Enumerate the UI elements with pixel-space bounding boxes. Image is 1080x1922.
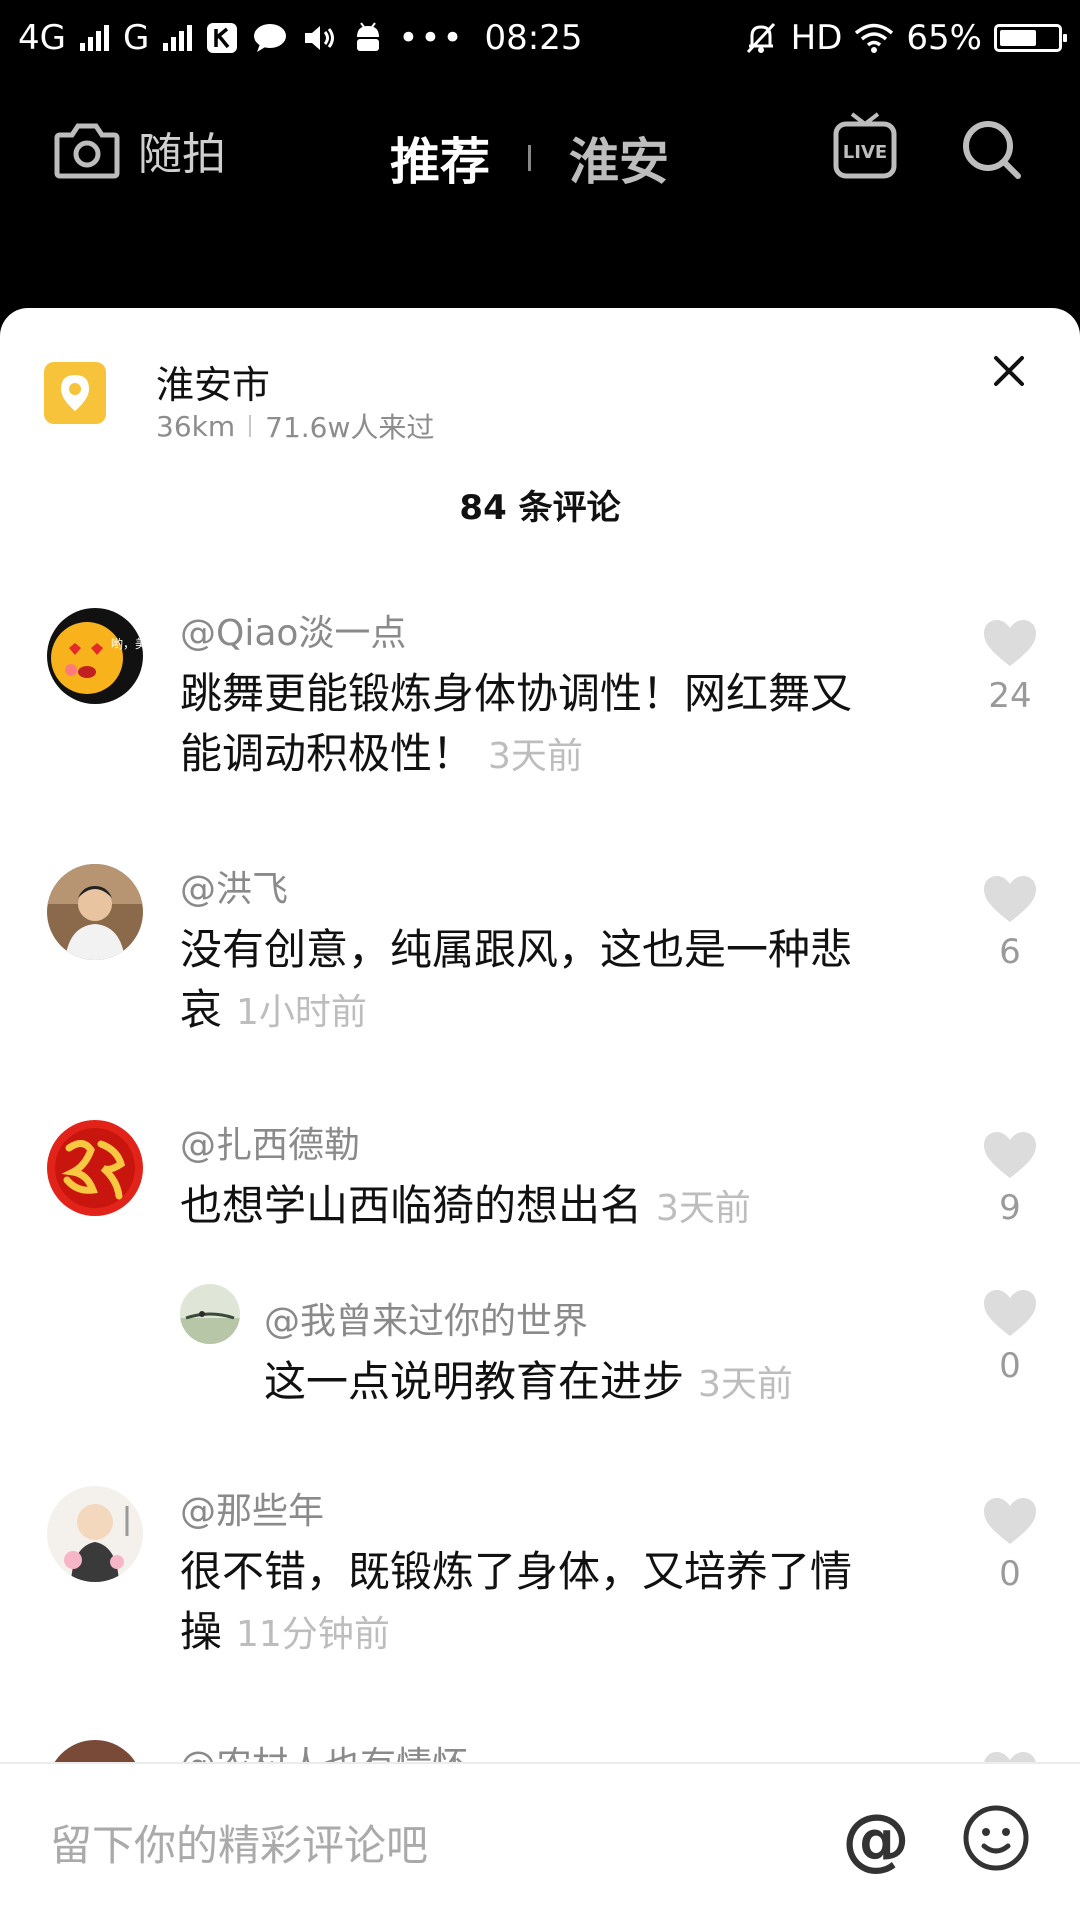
wifi-icon: [855, 23, 894, 53]
heart-icon: [984, 620, 1036, 666]
tab-recommend[interactable]: 推荐: [390, 122, 490, 194]
like-count: 24: [988, 676, 1032, 716]
more-dots-icon: •••: [398, 17, 465, 58]
network-4g-label: 4G: [18, 17, 66, 58]
camera-icon: [54, 123, 120, 179]
like-count: 0: [999, 1346, 1021, 1386]
location-pin-icon: [44, 362, 106, 424]
avatar[interactable]: [47, 1486, 143, 1582]
comment-user[interactable]: @Qiao淡一点: [180, 604, 406, 656]
top-nav: 随拍 推荐 淮安 LIVE: [0, 100, 1080, 200]
comment-time: 11分钟前: [236, 1614, 390, 1655]
comments-sheet: 淮安市 36km 71.6w人来过 84 条评论 哟，美 @Qiao淡一点 跳舞…: [0, 308, 1080, 1920]
comment-user[interactable]: @我曾来过你的世界: [264, 1292, 588, 1344]
comment-time: 3天前: [656, 1188, 751, 1229]
comment-text: 这一点说明教育在进步 3天前: [264, 1352, 944, 1415]
like-button[interactable]: 6: [980, 874, 1040, 972]
status-bar: 4G G ••• 08:25 HD 65%: [0, 0, 1080, 75]
network-g-label: G: [122, 17, 150, 58]
signal-icon: [79, 24, 109, 51]
comment-count-title: 84 条评论: [459, 488, 621, 528]
comment-text: 跳舞更能锻炼身体协调性！网红舞又能调动积极性！ 3天前: [180, 664, 880, 787]
close-icon[interactable]: [990, 352, 1028, 390]
volume-icon: [305, 25, 335, 50]
like-button[interactable]: 24: [980, 618, 1040, 716]
avatar-text: 哟，美: [111, 637, 143, 651]
nav-tabs: 推荐 淮安: [390, 122, 669, 194]
nav-divider: [528, 145, 531, 171]
stats-divider: [249, 415, 252, 437]
comment-body: 也想学山西临猗的想出名: [180, 1181, 643, 1230]
like-button[interactable]: 0: [980, 1496, 1040, 1594]
avatar[interactable]: [47, 864, 143, 960]
live-button[interactable]: LIVE: [832, 110, 898, 184]
search-button[interactable]: [960, 118, 1024, 186]
comment-time: 3天前: [488, 736, 583, 777]
comment-body: 这一点说明教育在进步: [264, 1357, 685, 1406]
location-distance: 36km: [156, 409, 236, 443]
avatar[interactable]: [47, 1120, 143, 1216]
live-label: LIVE: [843, 142, 887, 163]
mute-bell-icon: [746, 22, 775, 53]
tab-local[interactable]: 淮安: [569, 122, 669, 194]
comment-input-bar: 留下你的精彩评论吧 @: [0, 1762, 1080, 1922]
camera-button[interactable]: 随拍: [54, 118, 226, 182]
like-count: 6: [999, 932, 1021, 972]
app-k-icon: [207, 22, 238, 53]
battery-icon: [994, 23, 1067, 52]
location-visitors: 71.6w人来过: [265, 411, 435, 444]
camera-label: 随拍: [138, 129, 226, 180]
live-tv-icon: LIVE: [833, 112, 897, 179]
location-header[interactable]: 淮安市 36km 71.6w人来过: [0, 308, 1080, 444]
heart-icon: [984, 876, 1036, 922]
location-name: 淮安市: [156, 363, 271, 407]
comment-input[interactable]: 留下你的精彩评论吧: [50, 1812, 428, 1873]
comment-time: 3天前: [698, 1364, 793, 1405]
search-icon: [963, 121, 1021, 179]
avatar[interactable]: [180, 1284, 240, 1344]
status-right: HD 65%: [743, 17, 1067, 58]
heart-icon: [984, 1132, 1036, 1178]
status-left: 4G G ••• 08:25: [18, 18, 583, 58]
like-count: 9: [999, 1188, 1021, 1228]
emoji-icon[interactable]: [962, 1804, 1030, 1872]
mention-at-icon[interactable]: @: [840, 1804, 912, 1876]
comment-user[interactable]: @洪飞: [180, 860, 288, 912]
comment-text: 没有创意，纯属跟风，这也是一种悲哀 1小时前: [180, 920, 880, 1043]
at-label: @: [842, 1804, 910, 1876]
android-icon: [357, 21, 380, 51]
battery-percent: 65%: [906, 17, 982, 58]
hd-label: HD: [790, 17, 843, 58]
comment-user[interactable]: @那些年: [180, 1482, 324, 1534]
clock: 08:25: [484, 17, 583, 58]
like-button[interactable]: 0: [980, 1288, 1040, 1386]
like-count: 0: [999, 1554, 1021, 1594]
signal-icon-2: [163, 24, 193, 51]
heart-icon: [984, 1498, 1036, 1544]
avatar[interactable]: 哟，美: [47, 608, 143, 704]
comment-time: 1小时前: [236, 992, 367, 1033]
comment-text: 很不错，既锻炼了身体，又培养了情操 11分钟前: [180, 1542, 880, 1665]
location-stats: 36km 71.6w人来过: [156, 406, 434, 446]
like-button[interactable]: 9: [980, 1130, 1040, 1228]
battery-fill: [1000, 29, 1037, 46]
comment-text: 也想学山西临猗的想出名 3天前: [180, 1176, 880, 1239]
chat-bubble-icon: [254, 23, 287, 52]
heart-icon: [984, 1290, 1036, 1336]
comment-user[interactable]: @扎西德勒: [180, 1116, 360, 1168]
